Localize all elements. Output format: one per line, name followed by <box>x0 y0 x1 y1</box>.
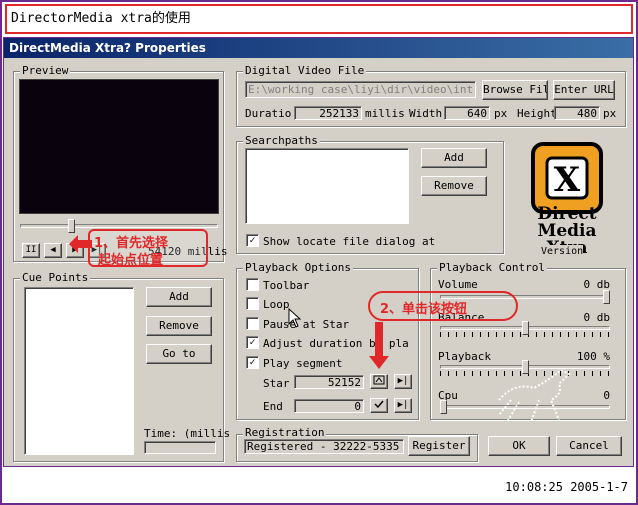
duration-unit: millis <box>365 107 405 120</box>
segment-end-value: 0 <box>294 399 364 413</box>
height-label: Height <box>517 107 557 120</box>
check-marker-icon <box>374 400 384 409</box>
digital-video-label: Digital Video File <box>243 64 367 77</box>
loop-checkbox[interactable] <box>246 297 259 310</box>
set-end-button[interactable] <box>370 398 388 413</box>
horse-watermark-icon <box>498 368 571 423</box>
height-value: 480 <box>554 106 600 120</box>
svg-text:X: X <box>554 160 581 200</box>
duration-label: Duratio <box>245 107 292 120</box>
play-segment-label: Play segment <box>263 357 343 370</box>
mouse-cursor-icon <box>288 308 302 328</box>
balance-value: 0 db <box>583 311 611 324</box>
volume-label: Volume <box>438 278 478 291</box>
cancel-button[interactable]: Cancel <box>556 436 622 456</box>
logo-version: Version <box>541 245 584 258</box>
browse-file-button[interactable]: Browse File <box>482 80 548 100</box>
toolbar-label: Toolbar <box>263 279 310 292</box>
cue-goto-button[interactable]: Go to <box>146 344 212 364</box>
pause-button[interactable]: II <box>22 243 40 258</box>
segment-end-label: End <box>263 400 283 413</box>
duration-value: 252133 <box>294 106 362 120</box>
preview-slider-thumb[interactable] <box>67 219 75 233</box>
previous-frame-button[interactable]: ◀ <box>44 243 62 258</box>
searchpath-add-button[interactable]: Add <box>421 148 487 168</box>
balance-thumb[interactable] <box>521 321 529 335</box>
cue-add-button[interactable]: Add <box>146 287 212 307</box>
pause-at-start-label: Pause at Star <box>263 318 350 331</box>
preview-slider-track[interactable] <box>20 224 218 228</box>
registration-label: Registration <box>243 426 327 439</box>
video-preview-screen <box>19 79 219 214</box>
segment-start-value: 52152 <box>294 375 364 389</box>
dialog-titlebar[interactable]: DirectMedia Xtra? Properties <box>4 38 633 58</box>
pause-at-start-checkbox[interactable] <box>246 317 259 330</box>
set-marker-icon <box>373 375 385 385</box>
adjust-duration-checkbox[interactable]: ✓ <box>246 336 259 349</box>
goto-end-button[interactable]: ▶| <box>394 398 412 413</box>
width-label: Width <box>409 107 443 120</box>
cue-time-field[interactable] <box>144 441 216 454</box>
play-segment-checkbox[interactable]: ✓ <box>246 356 259 369</box>
searchpaths-list[interactable] <box>245 148 409 224</box>
cue-points-label: Cue Points <box>20 271 91 284</box>
set-start-button[interactable] <box>370 374 388 389</box>
searchpath-remove-button[interactable]: Remove <box>421 176 487 196</box>
annotation-arrow-left-icon <box>69 235 92 253</box>
loop-label: Loop <box>263 298 290 311</box>
width-value: 640 <box>444 106 490 120</box>
annotation-step1-line2: 起始点位置 <box>98 253 164 268</box>
playback-control-label: Playback Control <box>437 261 547 274</box>
registration-value: Registered - 32222-5335 <box>244 439 404 454</box>
toolbar-checkbox[interactable] <box>246 278 259 291</box>
video-path-field[interactable]: E:\working case\liyi\dir\video\intro0 <box>245 81 476 98</box>
properties-dialog: DirectMedia Xtra? Properties Preview II … <box>3 37 634 467</box>
width-unit: px <box>494 107 508 120</box>
enter-url-button[interactable]: Enter URL <box>553 80 615 100</box>
cue-time-label: Time: (millis <box>144 427 231 440</box>
height-unit: px <box>603 107 617 120</box>
show-locate-checkbox[interactable]: ✓ <box>246 234 259 247</box>
annotation-arrow-down-icon <box>369 322 389 369</box>
register-button[interactable]: Register <box>408 436 470 456</box>
cpu-value: 0 <box>603 389 610 402</box>
show-locate-label: Show locate file dialog at <box>263 235 436 248</box>
segment-start-label: Star <box>263 377 290 390</box>
preview-label: Preview <box>20 64 71 77</box>
playback-options-label: Playback Options <box>243 261 353 274</box>
cue-remove-button[interactable]: Remove <box>146 316 212 336</box>
goto-start-button[interactable]: ▶| <box>394 374 412 389</box>
cpu-thumb[interactable] <box>440 400 447 414</box>
ok-button[interactable]: OK <box>488 436 550 456</box>
cue-points-list[interactable] <box>24 287 134 455</box>
annotation-step2: 2、单击该按钮 <box>380 302 468 317</box>
searchpaths-label: Searchpaths <box>243 134 320 147</box>
timestamp: 10:08:25 2005-1-7 <box>505 480 628 494</box>
playback-rate-label: Playback <box>438 350 491 363</box>
page-title: DirectorMedia xtra的使用 <box>5 4 633 34</box>
volume-thumb[interactable] <box>603 290 610 304</box>
